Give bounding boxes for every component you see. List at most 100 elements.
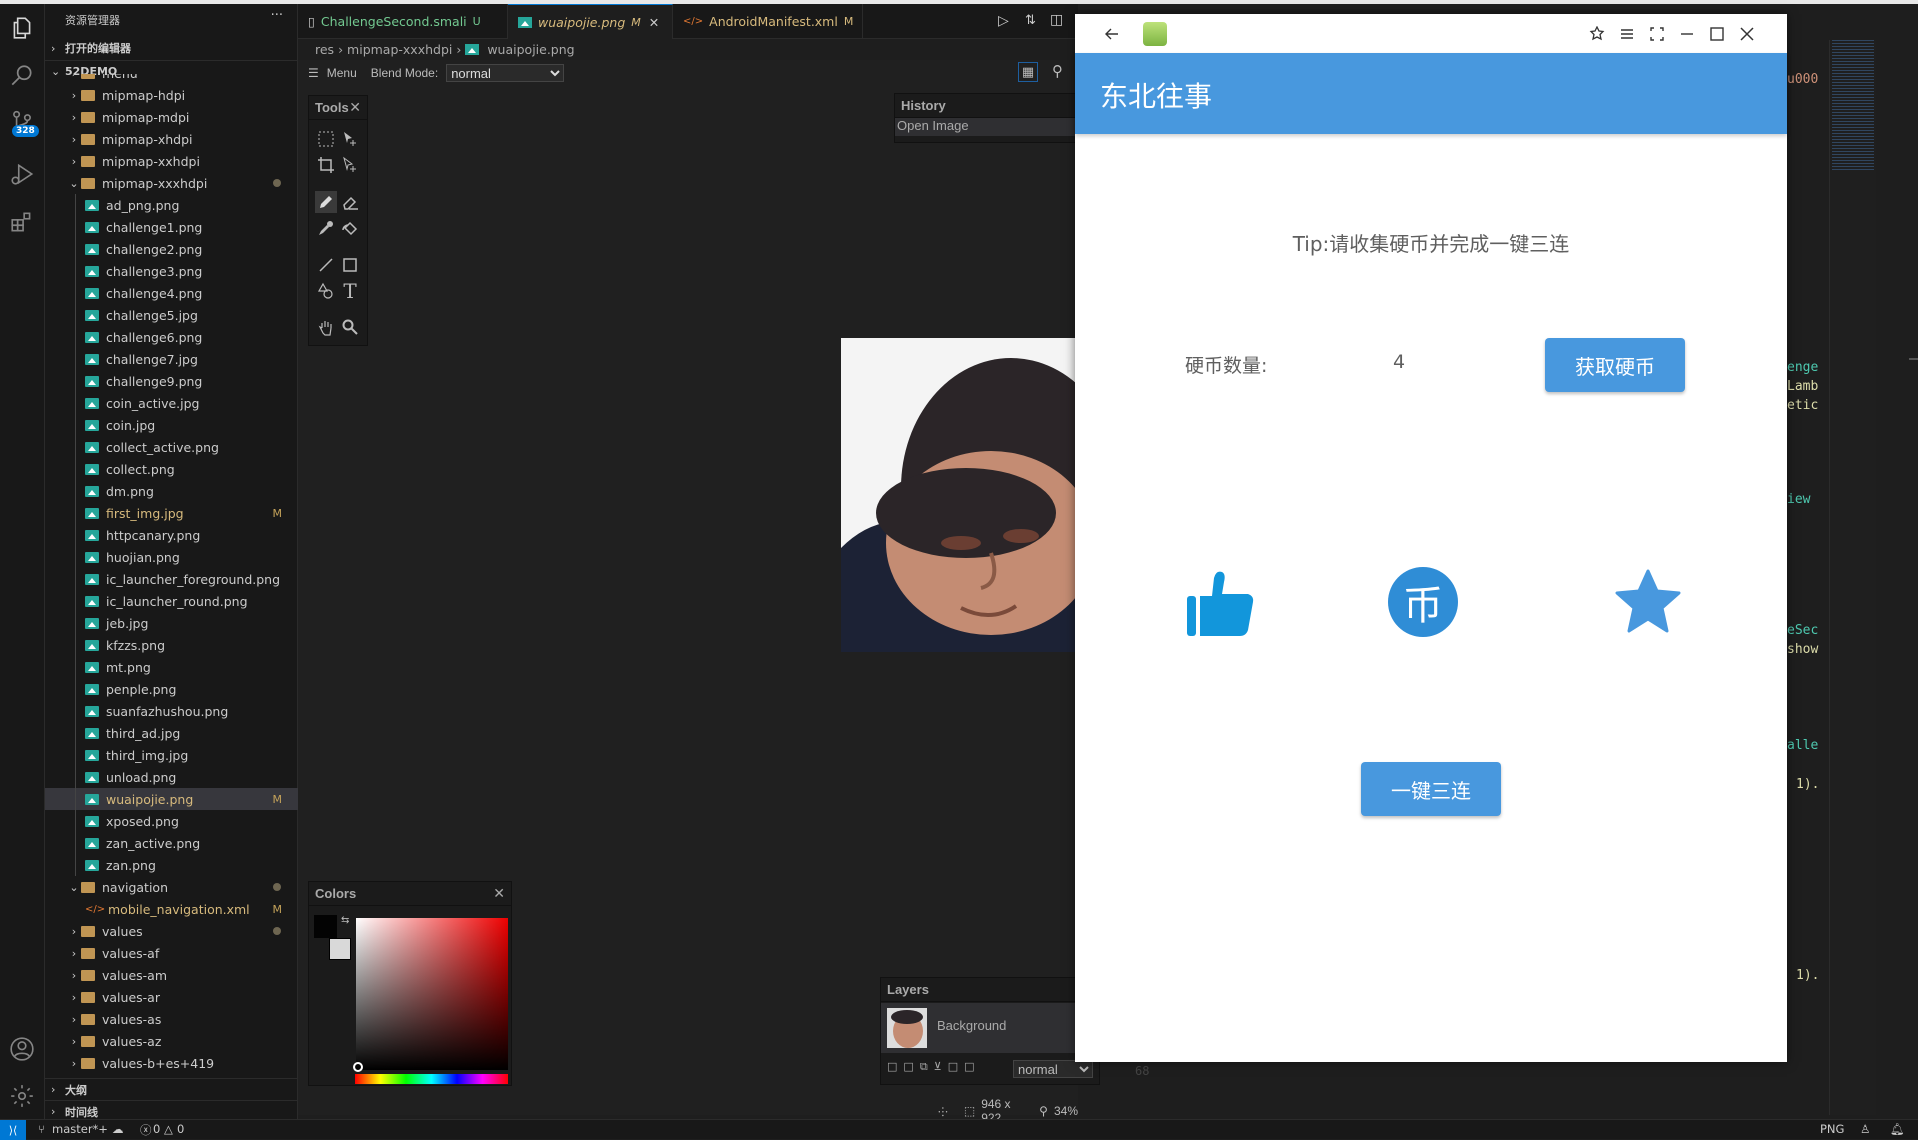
triple-action-button[interactable]: 一键三连	[1361, 762, 1501, 816]
direct-select-tool-icon[interactable]	[339, 154, 361, 176]
extensions-icon[interactable]	[8, 208, 36, 236]
tree-file[interactable]: third_img.jpg	[45, 744, 298, 766]
tree-file[interactable]: zan.png	[45, 854, 298, 876]
location-pin-icon[interactable]: ⚲	[1052, 62, 1063, 80]
close-tab-icon[interactable]: ✕	[649, 15, 659, 30]
line-tool-icon[interactable]	[315, 254, 337, 276]
coin-icon[interactable]: 币	[1388, 567, 1458, 637]
pin-icon[interactable]	[1587, 24, 1607, 44]
breadcrumb-res[interactable]: res	[315, 42, 334, 57]
tree-file[interactable]: mt.png	[45, 656, 298, 678]
grid-toggle-icon[interactable]: ▦	[1018, 62, 1038, 82]
feedback-icon[interactable]: ♙	[1860, 1122, 1870, 1136]
minimize-icon[interactable]	[1677, 24, 1697, 44]
get-coin-button[interactable]: 获取硬币	[1545, 338, 1685, 392]
blend-mode-select[interactable]: normal	[446, 64, 565, 82]
notifications-bell-icon[interactable]: 🔔︎	[1890, 1122, 1905, 1136]
sync-icon[interactable]: ☁	[112, 1122, 124, 1136]
tree-file[interactable]: first_img.jpg M	[45, 502, 298, 524]
canvas-size-icon[interactable]: ⬚	[964, 1104, 975, 1118]
fullscreen-icon[interactable]	[1647, 24, 1667, 44]
crop-tool-icon[interactable]	[315, 154, 337, 176]
tree-file[interactable]: zan_active.png	[45, 832, 298, 854]
language-mode[interactable]: PNG	[1820, 1122, 1844, 1136]
tree-file[interactable]: collect.png	[45, 458, 298, 480]
tree-folder[interactable]: › values-b+es+419	[45, 1052, 298, 1071]
hamburger-menu-icon[interactable]: ☰	[308, 66, 319, 80]
tree-folder[interactable]: › mipmap-xxhdpi	[45, 150, 298, 172]
tree-file[interactable]: challenge1.png	[45, 216, 298, 238]
run-debug-icon[interactable]	[8, 160, 36, 188]
tree-file[interactable]: unload.png	[45, 766, 298, 788]
minimap[interactable]	[1829, 40, 1876, 1115]
tree-file[interactable]: challenge4.png	[45, 282, 298, 304]
tree-file[interactable]: ic_launcher_round.png	[45, 590, 298, 612]
merge-layer-icon[interactable]: ⊻	[934, 1060, 948, 1073]
move-layer-up-icon[interactable]: □	[948, 1060, 964, 1073]
tree-file[interactable]: httpcanary.png	[45, 524, 298, 546]
thumbs-up-icon[interactable]	[1186, 570, 1254, 638]
move-layer-down-icon[interactable]: □	[964, 1060, 980, 1073]
foreground-color-swatch[interactable]	[314, 915, 337, 938]
menu-icon[interactable]	[1617, 24, 1637, 44]
color-picker-handle[interactable]	[353, 1062, 363, 1072]
tree-file[interactable]: challenge9.png	[45, 370, 298, 392]
maximize-icon[interactable]	[1707, 24, 1727, 44]
tab-challengesecond-smali[interactable]: ▯ ChallengeSecond.smali U	[298, 4, 508, 39]
brush-tool-icon[interactable]	[315, 191, 337, 213]
tree-folder[interactable]: › mipmap-mdpi	[45, 106, 298, 128]
tree-folder[interactable]: ⌄ navigation	[45, 876, 298, 898]
move-tool-icon[interactable]	[339, 128, 361, 150]
breadcrumb-folder[interactable]: mipmap-xxxhdpi	[347, 42, 452, 57]
tree-file[interactable]: jeb.jpg	[45, 612, 298, 634]
paint-bucket-tool-icon[interactable]	[339, 217, 361, 239]
scrollbar-marker[interactable]	[1909, 358, 1918, 360]
tree-folder[interactable]: › values-az	[45, 1030, 298, 1052]
tree-file[interactable]: challenge2.png	[45, 238, 298, 260]
hand-tool-icon[interactable]	[315, 316, 337, 338]
tree-file[interactable]: third_ad.jpg	[45, 722, 298, 744]
error-count[interactable]: 0	[153, 1122, 160, 1136]
warning-count[interactable]: 0	[177, 1122, 184, 1136]
marquee-select-tool-icon[interactable]	[315, 128, 337, 150]
color-sampler-icon[interactable]: ⸭	[938, 1103, 948, 1120]
tree-file[interactable]: </> mobile_navigation.xml M	[45, 898, 298, 920]
layer-blend-select[interactable]: normal	[1013, 1060, 1093, 1078]
split-editor-icon[interactable]: ◫	[1050, 12, 1063, 28]
tree-folder[interactable]: › values-as	[45, 1008, 298, 1030]
breadcrumb-file[interactable]: wuaipojie.png	[487, 42, 574, 57]
star-favorite-icon[interactable]	[1615, 569, 1681, 633]
tree-file[interactable]: challenge5.jpg	[45, 304, 298, 326]
tree-file[interactable]: ic_launcher_foreground.png	[45, 568, 298, 590]
settings-gear-icon[interactable]	[8, 1082, 36, 1110]
tree-file[interactable]: challenge3.png	[45, 260, 298, 282]
tree-folder[interactable]: › values	[45, 920, 298, 942]
swap-colors-icon[interactable]: ⇆	[341, 915, 349, 926]
zoom-tool-icon[interactable]	[339, 316, 361, 338]
compare-changes-icon[interactable]: ⇅	[1025, 13, 1036, 28]
duplicate-layer-icon[interactable]: ⧉	[920, 1060, 934, 1073]
zoom-magnifier-icon[interactable]: ⚲	[1039, 1104, 1048, 1118]
close-window-icon[interactable]	[1737, 24, 1757, 44]
outline-section[interactable]: › 大纲	[45, 1078, 298, 1100]
background-color-swatch[interactable]	[329, 938, 351, 960]
account-icon[interactable]	[8, 1035, 36, 1063]
remote-indicator-icon[interactable]: ⟩⟨	[0, 1120, 26, 1140]
more-actions-button[interactable]: ···	[271, 8, 283, 23]
eyedropper-tool-icon[interactable]	[315, 217, 337, 239]
git-branch[interactable]: master*+	[52, 1122, 108, 1136]
tree-folder[interactable]: › values-am	[45, 964, 298, 986]
open-editors-section[interactable]: › 打开的编辑器	[45, 37, 298, 59]
text-tool-icon[interactable]: T	[339, 279, 361, 303]
tree-file[interactable]: suanfazhushou.png	[45, 700, 298, 722]
tree-file[interactable]: coin_active.jpg	[45, 392, 298, 414]
tree-folder[interactable]: › mipmap-hdpi	[45, 84, 298, 106]
tab-wuaipojie-png[interactable]: wuaipojie.png M ✕	[508, 4, 673, 39]
tree-file[interactable]: dm.png	[45, 480, 298, 502]
tree-file[interactable]: ad_png.png	[45, 194, 298, 216]
tree-file[interactable]: collect_active.png	[45, 436, 298, 458]
tree-file[interactable]: wuaipojie.png M	[45, 788, 298, 810]
tree-folder[interactable]: › values-ar	[45, 986, 298, 1008]
search-icon[interactable]	[8, 62, 36, 90]
back-arrow-icon[interactable]	[1102, 24, 1122, 44]
